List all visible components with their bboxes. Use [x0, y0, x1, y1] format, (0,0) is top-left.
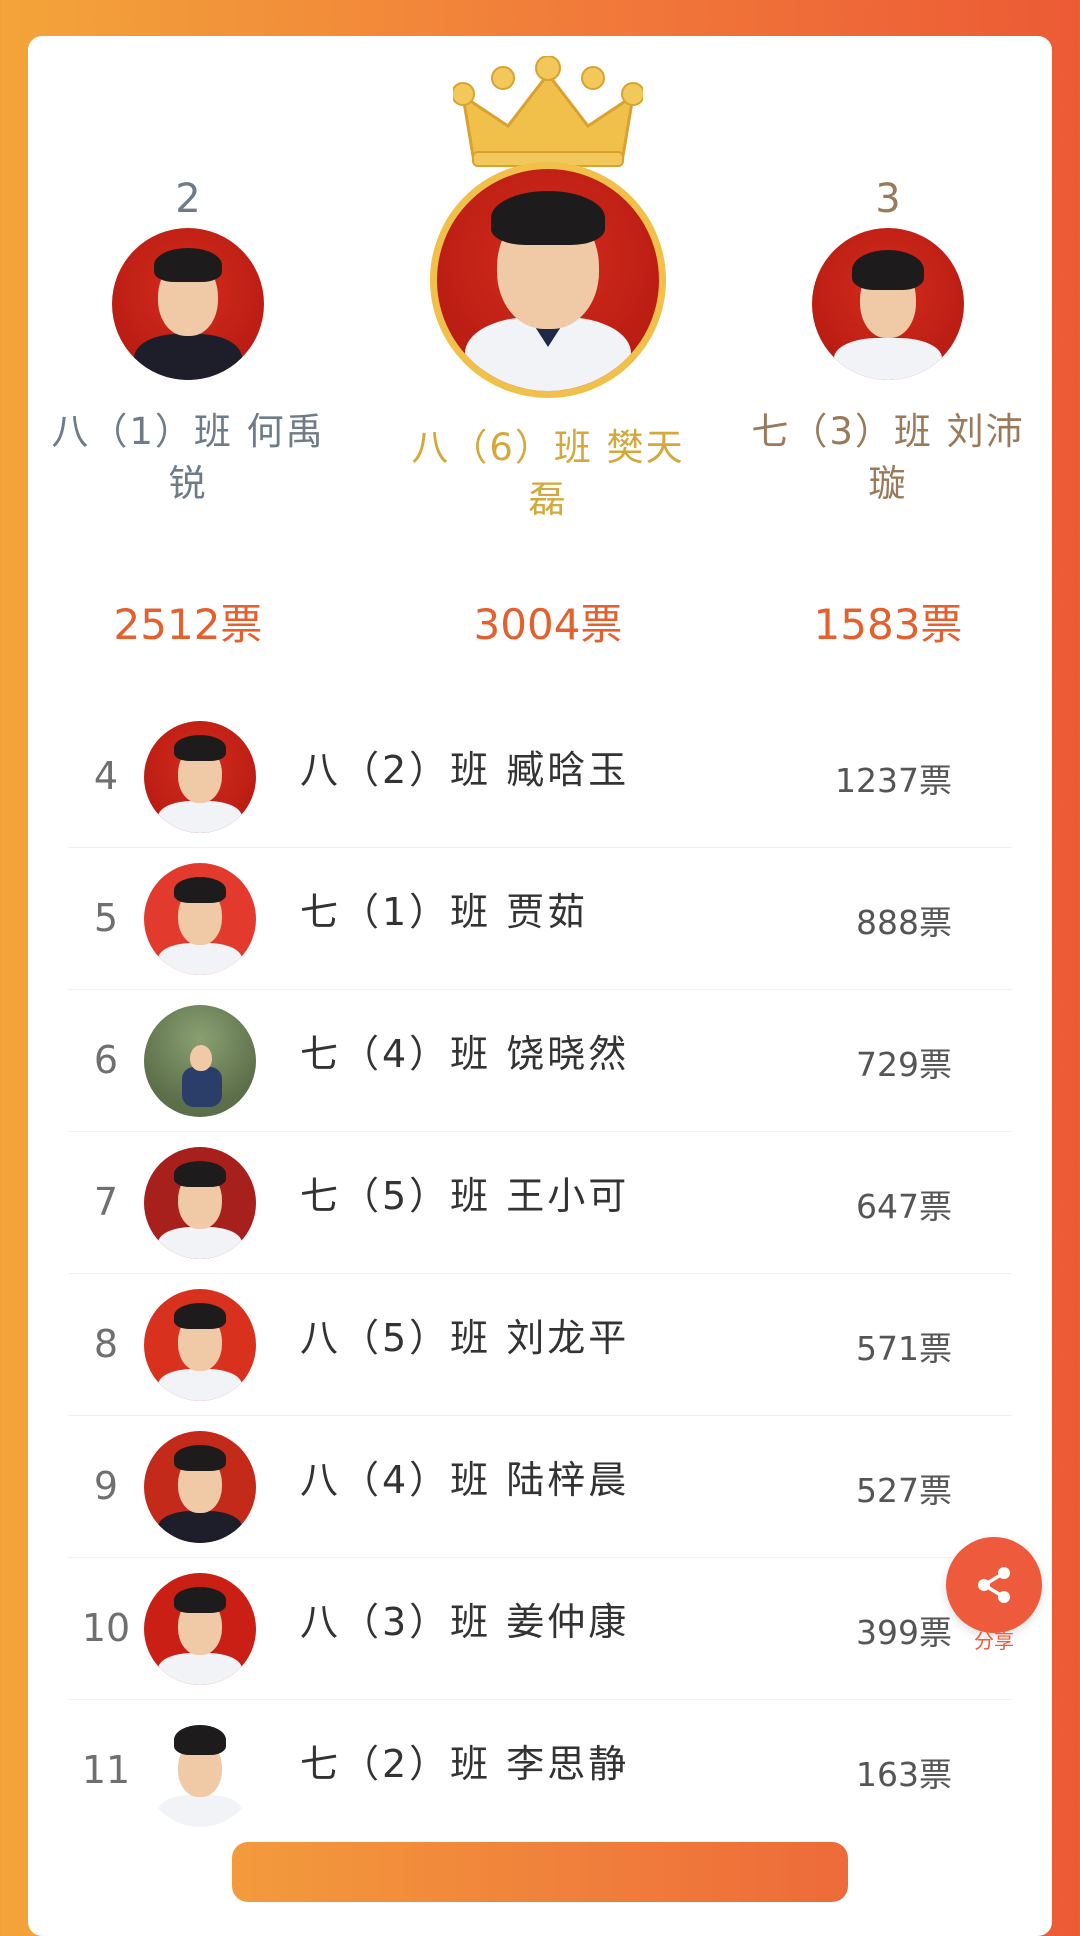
- vote-count: 399票: [856, 1613, 952, 1652]
- candidate-name: 八（4）班 陆梓晨: [300, 1458, 630, 1502]
- candidate-name: 八（3）班 姜仲康: [300, 1600, 630, 1644]
- avatar: [144, 1147, 256, 1259]
- list-item[interactable]: 4 八（2）班 臧晗玉 1237票: [68, 706, 1012, 848]
- candidate-name: 七（5）班 王小可: [300, 1174, 630, 1218]
- vote-count: 1583票: [813, 600, 963, 649]
- list-item[interactable]: 8 八（5）班 刘龙平 571票: [68, 1274, 1012, 1416]
- rank-number: 7: [93, 1180, 119, 1224]
- vote-count: 3004票: [473, 600, 623, 649]
- avatar: [144, 863, 256, 975]
- avatar: [144, 1289, 256, 1401]
- bottom-action-bar[interactable]: [232, 1842, 848, 1902]
- vote-count: 1237票: [835, 761, 952, 800]
- share-icon: [978, 1567, 1010, 1603]
- avatar: [144, 1005, 256, 1117]
- rank-number: 9: [93, 1464, 119, 1508]
- podium-second-votes: 2512票: [48, 36, 328, 676]
- podium: 2 八（1）班 何禹锐 2512票 八（6）班 樊天磊 3004票 3 七（3）…: [28, 36, 1052, 676]
- rank-number: 4: [93, 754, 119, 798]
- podium-first-votes: 3004票: [408, 36, 688, 676]
- list-item[interactable]: 5 七（1）班 贾茹 888票: [68, 848, 1012, 990]
- avatar: [144, 1715, 256, 1827]
- rank-number: 11: [81, 1748, 131, 1792]
- avatar: [144, 1431, 256, 1543]
- podium-third-votes: 1583票: [748, 36, 1028, 676]
- vote-count: 888票: [856, 903, 952, 942]
- vote-count: 647票: [856, 1187, 952, 1226]
- avatar: [144, 721, 256, 833]
- rank-number: 8: [93, 1322, 119, 1366]
- vote-count: 527票: [856, 1471, 952, 1510]
- vote-count: 163票: [856, 1755, 952, 1794]
- vote-count: 729票: [856, 1045, 952, 1084]
- list-item[interactable]: 11 七（2）班 李思静 163票: [68, 1700, 1012, 1841]
- vote-count: 2512票: [113, 600, 263, 649]
- rank-number: 6: [93, 1038, 119, 1082]
- share-label[interactable]: 分享: [958, 1625, 1030, 1654]
- share-button[interactable]: [946, 1537, 1042, 1633]
- candidate-name: 七（2）班 李思静: [300, 1742, 630, 1786]
- vote-count: 571票: [856, 1329, 952, 1368]
- list-item[interactable]: 9 八（4）班 陆梓晨 527票: [68, 1416, 1012, 1558]
- candidate-name: 八（2）班 臧晗玉: [300, 748, 630, 792]
- candidate-name: 七（4）班 饶晓然: [300, 1032, 630, 1076]
- list-item[interactable]: 6 七（4）班 饶晓然 729票: [68, 990, 1012, 1132]
- rank-number: 5: [93, 896, 119, 940]
- ranking-card: 2 八（1）班 何禹锐 2512票 八（6）班 樊天磊 3004票 3 七（3）…: [28, 36, 1052, 1936]
- candidate-name: 八（5）班 刘龙平: [300, 1316, 630, 1360]
- avatar: [144, 1573, 256, 1685]
- list-item[interactable]: 10 八（3）班 姜仲康 399票: [68, 1558, 1012, 1700]
- ranking-list: 4 八（2）班 臧晗玉 1237票 5 七（1）班 贾茹 888票 6 七（4）…: [68, 706, 1012, 1841]
- candidate-name: 七（1）班 贾茹: [300, 890, 589, 934]
- rank-number: 10: [81, 1606, 131, 1650]
- list-item[interactable]: 7 七（5）班 王小可 647票: [68, 1132, 1012, 1274]
